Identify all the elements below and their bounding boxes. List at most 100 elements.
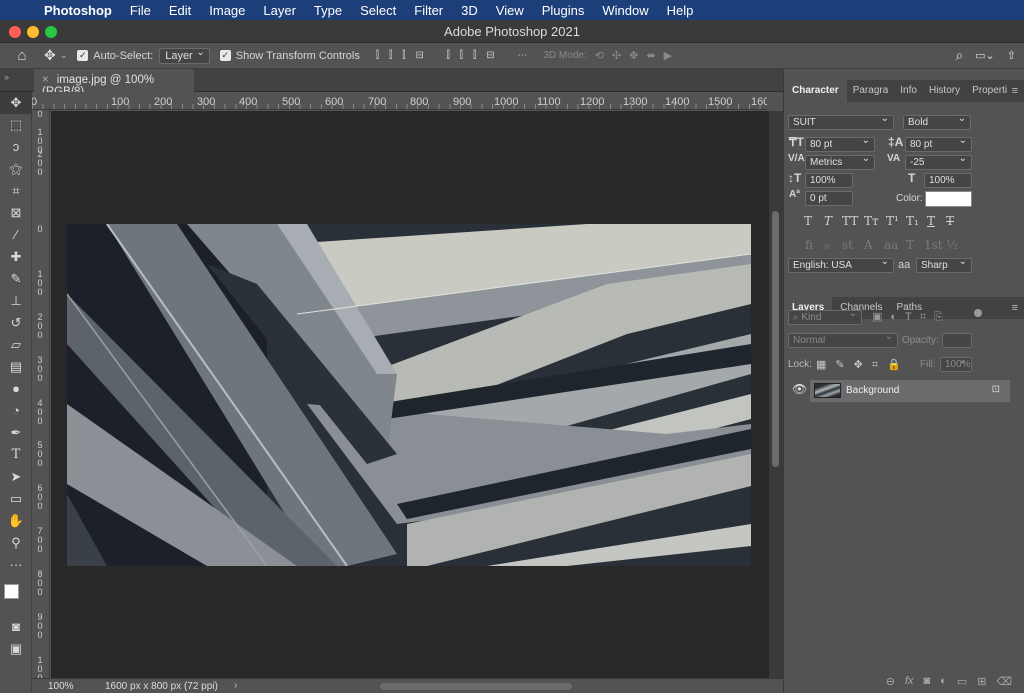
tab-paragraph[interactable]: Paragra xyxy=(847,80,895,102)
ordinals-icon[interactable]: 1st xyxy=(924,238,943,252)
titling-icon[interactable]: aa xyxy=(884,238,898,252)
collapse-icon[interactable]: » xyxy=(4,72,9,82)
layer-row-background[interactable]: Background ⊡ xyxy=(810,380,1010,402)
healing-brush-tool-icon[interactable]: ✚ xyxy=(0,246,32,268)
horizontal-scale-field[interactable]: 100% xyxy=(924,173,972,188)
menu-select[interactable]: Select xyxy=(351,3,405,18)
menu-image[interactable]: Image xyxy=(200,3,254,18)
font-family-dropdown[interactable]: SUIT xyxy=(788,112,894,130)
home-icon[interactable]: ⌂ xyxy=(0,47,44,64)
lock-icons[interactable]: ▦✎✥⌗🔒 xyxy=(816,358,910,372)
frame-tool-icon[interactable]: ⊠ xyxy=(0,202,32,224)
layer-filter-dropdown[interactable]: ⌕ Kind xyxy=(788,307,862,325)
ligatures-icon[interactable]: fi xyxy=(805,238,813,252)
canvas-area[interactable] xyxy=(51,111,769,678)
move-tool-preset-icon[interactable]: ✥ xyxy=(44,47,56,64)
workspace-icon[interactable]: ▭⌄ xyxy=(975,49,995,62)
tab-properties[interactable]: Properti xyxy=(966,80,1013,102)
crop-tool-icon[interactable]: ⌗ xyxy=(0,180,32,202)
menu-file[interactable]: File xyxy=(121,3,160,18)
tab-info[interactable]: Info xyxy=(894,80,923,102)
visibility-eye-icon[interactable]: 👁 xyxy=(792,382,807,396)
menu-filter[interactable]: Filter xyxy=(405,3,452,18)
search-icon[interactable]: ⌕ xyxy=(955,47,963,64)
marquee-tool-icon[interactable]: ⬚ xyxy=(0,114,32,136)
auto-select-dropdown[interactable]: Layer xyxy=(159,46,210,64)
tab-character[interactable]: Character xyxy=(784,80,847,102)
3d-mode-icons[interactable]: ⟲✣✥⬌▶ xyxy=(595,49,680,62)
panel-menu-icon[interactable]: ≡ xyxy=(1012,302,1018,314)
zoom-tool-icon[interactable]: ⚲ xyxy=(0,532,32,554)
small-caps-icon[interactable]: Tᴛ xyxy=(864,214,879,228)
vertical-scrollbar[interactable] xyxy=(769,111,783,678)
antialias-dropdown[interactable]: Sharp xyxy=(916,255,972,273)
menu-edit[interactable]: Edit xyxy=(160,3,200,18)
gradient-tool-icon[interactable]: ▤ xyxy=(0,356,32,378)
subscript-icon[interactable]: T₁ xyxy=(906,214,919,228)
underline-icon[interactable]: T xyxy=(927,214,935,228)
link-layers-icon[interactable]: ⊖ xyxy=(886,675,895,688)
layer-style-icon[interactable]: fx xyxy=(905,675,914,687)
history-brush-tool-icon[interactable]: ↺ xyxy=(0,312,32,334)
chevron-right-icon[interactable]: › xyxy=(234,680,237,691)
document-tab[interactable]: ×image.jpg @ 100% (RGB/8) xyxy=(34,69,194,98)
document-info[interactable]: 1600 px x 800 px (72 ppi) xyxy=(105,681,218,692)
filter-toggle-icon[interactable] xyxy=(974,309,982,317)
menu-app[interactable]: Photoshop xyxy=(38,3,121,18)
contextual-alternates-icon[interactable]: T xyxy=(906,238,914,252)
fill-field[interactable]: 100% xyxy=(940,354,972,372)
vertical-scale-field[interactable]: 100% xyxy=(805,173,853,188)
rectangle-tool-icon[interactable]: ▭ xyxy=(0,488,32,510)
screen-mode-icon[interactable]: ▣ xyxy=(0,638,32,660)
old-style-icon[interactable]: ℴ xyxy=(824,238,830,252)
transform-controls-checkbox[interactable]: ✓ xyxy=(219,50,231,61)
tracking-field[interactable]: -25 xyxy=(905,152,972,170)
faux-italic-icon[interactable]: T xyxy=(824,214,832,228)
menu-type[interactable]: Type xyxy=(305,3,351,18)
language-dropdown[interactable]: English: USA xyxy=(788,255,894,273)
align-buttons[interactable]: ⫿⫿⫿⊟ ⫿⫿⫿⊟ ⋯ xyxy=(376,50,538,61)
foreground-color-swatch[interactable] xyxy=(4,584,19,599)
superscript-icon[interactable]: T¹ xyxy=(886,214,899,228)
baseline-shift-field[interactable]: 0 pt xyxy=(805,191,853,206)
hand-tool-icon[interactable]: ✋ xyxy=(0,510,32,532)
leading-field[interactable]: 80 pt xyxy=(905,134,972,152)
text-color-swatch[interactable] xyxy=(925,191,972,207)
stylistic-alternates-icon[interactable]: A xyxy=(864,238,873,252)
dodge-tool-icon[interactable]: ◔ xyxy=(0,400,32,422)
path-selection-tool-icon[interactable]: ➤ xyxy=(0,466,32,488)
layer-filter-icons[interactable]: ▣◐T⌗⎘ xyxy=(872,310,951,324)
eyedropper-tool-icon[interactable]: ⁄ xyxy=(0,224,32,246)
eraser-tool-icon[interactable]: ▱ xyxy=(0,334,32,356)
faux-bold-icon[interactable]: T xyxy=(804,214,812,228)
font-size-field[interactable]: 80 pt xyxy=(805,134,875,152)
opacity-field[interactable] xyxy=(942,333,972,348)
clone-stamp-tool-icon[interactable]: ⊥ xyxy=(0,290,32,312)
magic-wand-tool-icon[interactable]: ⚝ xyxy=(0,158,32,180)
quick-mask-icon[interactable]: ◙ xyxy=(0,616,32,638)
menu-plugins[interactable]: Plugins xyxy=(533,3,594,18)
pen-tool-icon[interactable]: ✒ xyxy=(0,422,32,444)
brush-tool-icon[interactable]: ✎ xyxy=(0,268,32,290)
color-swatches[interactable] xyxy=(0,576,31,616)
auto-select-checkbox[interactable]: ✓ xyxy=(77,50,89,61)
add-mask-icon[interactable]: ◙ xyxy=(924,675,931,687)
tab-history[interactable]: History xyxy=(923,80,966,102)
new-layer-icon[interactable]: ⊞ xyxy=(977,675,986,688)
font-style-dropdown[interactable]: Bold xyxy=(903,112,971,130)
lasso-tool-icon[interactable]: ↄ xyxy=(0,136,32,158)
chevron-down-icon[interactable]: ⌄ xyxy=(60,50,68,61)
menu-layer[interactable]: Layer xyxy=(254,3,305,18)
panel-menu-icon[interactable]: ≡ xyxy=(1012,85,1018,97)
kerning-field[interactable]: Metrics xyxy=(805,152,875,170)
adjustment-layer-icon[interactable]: ◐ xyxy=(940,675,947,687)
menu-window[interactable]: Window xyxy=(593,3,657,18)
menu-help[interactable]: Help xyxy=(658,3,703,18)
menu-view[interactable]: View xyxy=(487,3,533,18)
delete-layer-icon[interactable]: ⌫ xyxy=(996,675,1012,688)
all-caps-icon[interactable]: TT xyxy=(842,214,858,228)
document-image[interactable] xyxy=(67,224,751,566)
blur-tool-icon[interactable]: ● xyxy=(0,378,32,400)
type-tool-icon[interactable]: T xyxy=(0,444,32,466)
more-tools-icon[interactable]: ··· xyxy=(0,554,32,576)
